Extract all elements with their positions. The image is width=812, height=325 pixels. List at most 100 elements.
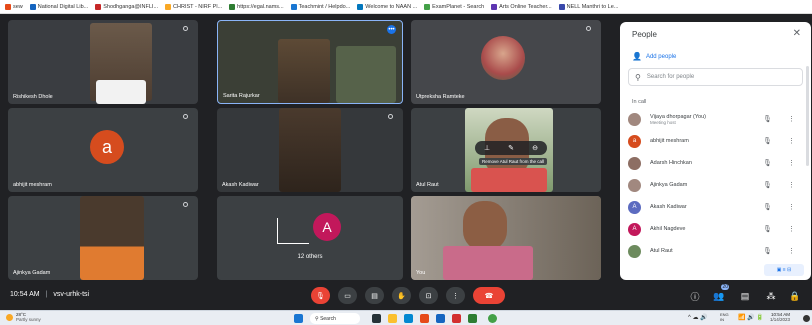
phone-hangup-icon: ☎ — [484, 292, 494, 300]
more-options-icon[interactable]: ⋮ — [788, 225, 795, 233]
more-options-icon[interactable]: ••• — [387, 25, 396, 34]
app-icon[interactable] — [452, 314, 461, 323]
more-options-button[interactable]: ⋮ — [446, 287, 465, 304]
leave-call-button[interactable]: ☎ — [473, 287, 505, 304]
mic-off-icon[interactable]: 🎙 — [763, 181, 772, 189]
mic-off-icon[interactable]: 🎙 — [763, 225, 772, 233]
participant-video — [80, 196, 144, 280]
bookmark-label: NELL Manthri to Le... — [566, 3, 619, 10]
camera-button[interactable]: ▭ — [338, 287, 357, 304]
activities-button[interactable]: ⁂ — [764, 289, 778, 303]
notification-icon[interactable] — [803, 315, 810, 322]
bookmark-item[interactable]: Shodhganga@INFLI... — [95, 3, 158, 10]
raise-hand-button[interactable]: ✋ — [392, 287, 411, 304]
app-icon[interactable] — [436, 314, 445, 323]
mic-off-icon[interactable]: 🎙 — [763, 203, 772, 211]
video-tile[interactable]: Ajinkya Gadam — [8, 196, 198, 280]
file-explorer-icon[interactable] — [388, 314, 397, 323]
remove-icon[interactable]: ⊖ — [532, 144, 538, 152]
search-icon: ⚲ — [315, 315, 319, 322]
meeting-controls-bar: 10:54 AM | vsv-urhk-tsi 🎙 ▭ ▤ ✋ ⊡ ⋮ ☎ ⓘ … — [0, 282, 812, 310]
bookmark-label: National Digital Lib... — [37, 3, 89, 10]
language-indicator[interactable]: ENG IN — [720, 312, 729, 322]
bookmark-label: Teachmint / Helpdo... — [298, 3, 351, 10]
pin-icon[interactable] — [388, 114, 393, 119]
bookmark-item[interactable]: NELL Manthri to Le... — [558, 3, 619, 10]
bookmark-item[interactable]: Arts Online Teacher... — [491, 3, 552, 10]
windows-start-icon[interactable] — [294, 314, 303, 323]
video-tile[interactable]: Akash Kadiwar — [217, 108, 403, 192]
present-button[interactable]: ⊡ — [419, 287, 438, 304]
video-tile[interactable]: ⊥ ✎ ⊖ Remove Atul Raut from the call Atu… — [411, 108, 601, 192]
add-people-button[interactable]: 👤 Add people — [632, 52, 676, 61]
participant-name: Utpreksha Ramteke — [416, 94, 465, 100]
tray-icons[interactable]: ^ ☁ 🔊 — [688, 314, 708, 321]
meeting-details-button[interactable]: ⓘ — [688, 289, 702, 303]
mic-off-icon[interactable]: ✎ — [508, 144, 514, 152]
windows-taskbar: 28°C Partly sunny ⚲ Search ^ ☁ 🔊 ENG IN … — [0, 310, 812, 325]
bookmark-label: CHRIST - NIRF Pl... — [173, 3, 223, 10]
scrollbar[interactable] — [806, 66, 809, 166]
more-options-icon[interactable]: ⋮ — [788, 137, 795, 145]
video-tile[interactable]: Utpreksha Ramteke — [411, 20, 601, 104]
participant-row[interactable]: a abhijit meshram 🎙 ⋮ — [628, 132, 803, 150]
participant-row[interactable]: A Akhil Nagdeve 🎙 ⋮ — [628, 220, 803, 238]
taskbar-search[interactable]: ⚲ Search — [310, 313, 360, 324]
mic-off-icon[interactable]: 🎙 — [763, 247, 772, 255]
participant-row[interactable]: Atul Raut 🎙 ⋮ — [628, 242, 803, 260]
video-tile[interactable]: Rishikesh Dhole — [8, 20, 198, 104]
more-options-icon[interactable]: ⋮ — [788, 115, 795, 123]
bookmark-item[interactable]: ExamPlanet - Search — [424, 3, 484, 10]
weather-widget[interactable]: 28°C Partly sunny — [6, 312, 41, 322]
video-tile-self[interactable]: You — [411, 196, 601, 280]
participant-row[interactable]: A Akash Kadiwar 🎙 ⋮ — [628, 198, 803, 216]
bookmark-item[interactable]: CHRIST - NIRF Pl... — [165, 3, 223, 10]
pin-icon[interactable] — [183, 202, 188, 207]
more-options-icon[interactable]: ⋮ — [788, 181, 795, 189]
panel-title: People — [632, 30, 657, 39]
participant-row[interactable]: Ajinkya Gadam 🎙 ⋮ — [628, 176, 803, 194]
store-icon[interactable] — [420, 314, 429, 323]
more-options-icon[interactable]: ⋮ — [788, 159, 795, 167]
more-options-icon: ⋮ — [452, 292, 459, 300]
captions-button[interactable]: ▤ — [365, 287, 384, 304]
mic-off-icon[interactable]: 🎙 — [763, 115, 772, 123]
video-tile[interactable]: A 12 others — [217, 196, 403, 280]
google-meet-addon-icon[interactable]: ▣ ≡ ⊟ — [764, 264, 804, 276]
host-controls-button[interactable]: 🔒 — [788, 289, 802, 303]
present-icon: ⊡ — [425, 292, 432, 300]
network-icons[interactable]: 📶 🔊 🔋 — [738, 314, 764, 321]
favicon-icon — [29, 3, 36, 10]
mic-off-icon[interactable]: 🎙 — [763, 137, 772, 145]
meeting-code: vsv-urhk-tsi — [53, 291, 90, 298]
pin-icon[interactable] — [586, 26, 591, 31]
favicon-icon — [357, 3, 364, 10]
system-clock[interactable]: 10:54 AM 1/14/2023 — [770, 312, 790, 322]
pin-icon[interactable] — [183, 114, 188, 119]
task-view-icon[interactable] — [372, 314, 381, 323]
close-icon[interactable]: ✕ — [793, 28, 801, 39]
more-options-icon[interactable]: ⋮ — [788, 247, 795, 255]
participant-photo — [481, 36, 525, 80]
avatar: A — [628, 200, 641, 214]
video-tile-active[interactable]: ••• Sarita Rajurkar — [217, 20, 403, 104]
people-button[interactable]: 👥 20 — [712, 284, 729, 303]
participant-row[interactable]: Adarsh Hinchkan 🎙 ⋮ — [628, 154, 803, 172]
bookmark-item[interactable]: https://egal.nams... — [229, 3, 284, 10]
bookmark-item[interactable]: sew — [5, 3, 23, 10]
bookmark-item[interactable]: National Digital Lib... — [29, 3, 89, 10]
pin-icon[interactable] — [183, 26, 188, 31]
app-icon[interactable] — [468, 314, 477, 323]
mic-off-button[interactable]: 🎙 — [311, 287, 330, 304]
video-tile[interactable]: a abhijit meshram — [8, 108, 198, 192]
search-people-input[interactable]: ⚲ Search for people — [628, 68, 803, 86]
edge-icon[interactable] — [404, 314, 413, 323]
pin-icon[interactable]: ⊥ — [484, 144, 490, 152]
chrome-icon[interactable] — [488, 314, 497, 323]
chat-button[interactable]: ▤ — [738, 289, 752, 303]
participant-row-host[interactable]: Vijaya dhorpagar (You) Meeting host 🎙 ⋮ — [628, 110, 803, 128]
bookmark-item[interactable]: Welcome to NAAN ... — [357, 3, 417, 10]
bookmark-item[interactable]: Teachmint / Helpdo... — [290, 3, 351, 10]
mic-off-icon[interactable]: 🎙 — [763, 159, 772, 167]
more-options-icon[interactable]: ⋮ — [788, 203, 795, 211]
